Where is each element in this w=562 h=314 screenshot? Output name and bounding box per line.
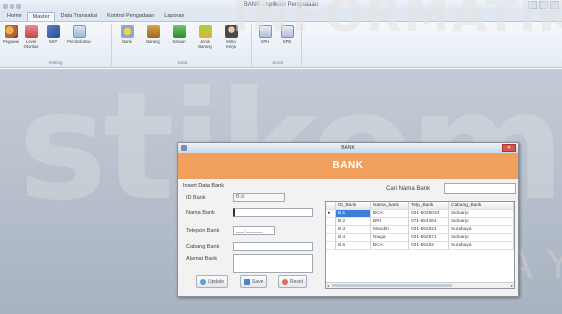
dialog-titlebar[interactable]: BANK ✕ [178,143,518,153]
level-otoritas-button[interactable]: Level Otoritas [22,25,40,49]
tab-laporan[interactable]: Laporan [159,12,189,21]
scroll-left-icon[interactable]: ◂ [327,283,329,288]
scroll-right-icon[interactable]: ▸ [511,283,513,288]
book-icon [46,25,60,38]
sph-button[interactable]: SPH [256,25,274,44]
app-titlebar: BANK - Aplikasi Pengadaan [0,0,562,12]
bank-button[interactable]: Bank [118,25,136,44]
bank-icon [120,25,134,38]
scrollbar-thumb[interactable] [332,284,452,287]
bank-dialog: BANK ✕ BANK Insert Data Bank ID Bank B.6… [177,142,519,297]
table-row[interactable]: B.4 Niaga 031-552971 Sidoarjo [326,234,514,242]
update-icon [200,278,206,285]
group-setting: Pegawai Level Otoritas SKP Pembobotan Se… [0,24,112,66]
mitra-kerja-button[interactable]: Mitra Kerja [222,25,240,49]
box-icon [146,25,160,38]
table-row[interactable]: B.5 BCA 031-55262 Surabaya [326,242,514,250]
dialog-close-button[interactable]: ✕ [502,144,516,152]
cabang-bank-field[interactable] [233,242,313,251]
tab-master[interactable]: Master [26,12,56,21]
id-bank-field[interactable]: B.6 [233,193,285,202]
telepon-bank-label: Telepon Bank [186,228,220,234]
alamat-bank-label: Alamat Bank [186,256,218,262]
scale-icon [172,25,186,38]
pembobotan-button[interactable]: Pembobotan [66,25,92,44]
column-header[interactable]: Cabang_Bank [449,202,514,210]
horizontal-scrollbar[interactable]: ◂ ▸ [326,282,514,288]
table-row[interactable]: ▸ B.1 BCA 031-5029034 Sidoarjo [326,210,514,218]
row-pointer-icon: ▸ [328,210,331,216]
barang-button[interactable]: Barang [144,25,162,44]
group-surat: SPH SPB Surat [254,24,302,66]
nama-bank-field[interactable] [233,208,313,217]
column-header[interactable]: Telp_Bank [409,202,449,210]
group-surat-title: Surat [272,60,283,65]
skp-button[interactable]: SKP [44,25,62,44]
ribbon-tabs: Home Master Data Transaksi Kontrol Penga… [0,12,562,22]
form-icon [72,25,86,38]
phone-mask-icon: ___-______ [236,228,263,234]
close-button[interactable] [550,1,559,9]
chart-icon [24,25,38,38]
update-button[interactable]: Update [196,275,229,288]
spb-button[interactable]: SPB [278,25,296,44]
nama-bank-label: Nama Bank [186,210,215,216]
window-controls [528,1,559,9]
dialog-header: BANK [178,153,518,179]
category-icon [198,25,212,38]
reset-icon [282,278,288,285]
partner-icon [224,25,238,38]
document-icon [258,25,272,38]
save-icon [244,278,250,285]
tab-home[interactable]: Home [2,12,27,21]
save-button[interactable]: Save [240,275,268,288]
satuan-button[interactable]: Satuan [170,25,188,44]
table-row[interactable]: B.2 BRI 071-654364 Sidoarjo [326,218,514,226]
group-data-title: Data [177,60,188,65]
group-data: Bank Barang Satuan Jenis Barang Mitra Ke… [114,24,252,66]
people-icon [4,25,18,38]
tab-data-transaksi[interactable]: Data Transaksi [55,12,102,21]
document-icon [280,25,294,38]
minimize-button[interactable] [528,1,537,9]
group-setting-title: Setting [48,60,63,65]
bank-table[interactable]: ID_Bank Nama_bank Telp_Bank Cabang_Bank … [325,201,515,289]
tab-kontrol-pengadaan[interactable]: Kontrol Pengadaan [102,12,159,21]
dialog-header-title: BANK [332,160,364,171]
search-label: Cari Nama Bank [386,186,431,192]
maximize-button[interactable] [539,1,548,9]
pegawai-button[interactable]: Pegawai [2,25,20,44]
dialog-title: BANK [341,145,355,151]
reset-button[interactable]: Reset [278,275,308,288]
id-bank-label: ID Bank [186,195,206,201]
alamat-bank-field[interactable] [233,254,313,273]
app-title: BANK - Aplikasi Pengadaan [243,2,319,8]
cabang-bank-label: Cabang Bank [186,244,220,250]
column-header[interactable]: ID_Bank [336,202,371,210]
table-row[interactable]: B.3 Mandiri 031-552921 Surabaya [326,226,514,234]
insert-section-label: Insert Data Bank [183,183,224,189]
table-header: ID_Bank Nama_bank Telp_Bank Cabang_Bank [326,202,514,210]
ribbon: Pegawai Level Otoritas SKP Pembobotan Se… [0,22,562,68]
search-input[interactable] [444,183,516,194]
column-header[interactable]: Nama_bank [371,202,409,210]
jenis-barang-button[interactable]: Jenis Barang [196,25,214,49]
